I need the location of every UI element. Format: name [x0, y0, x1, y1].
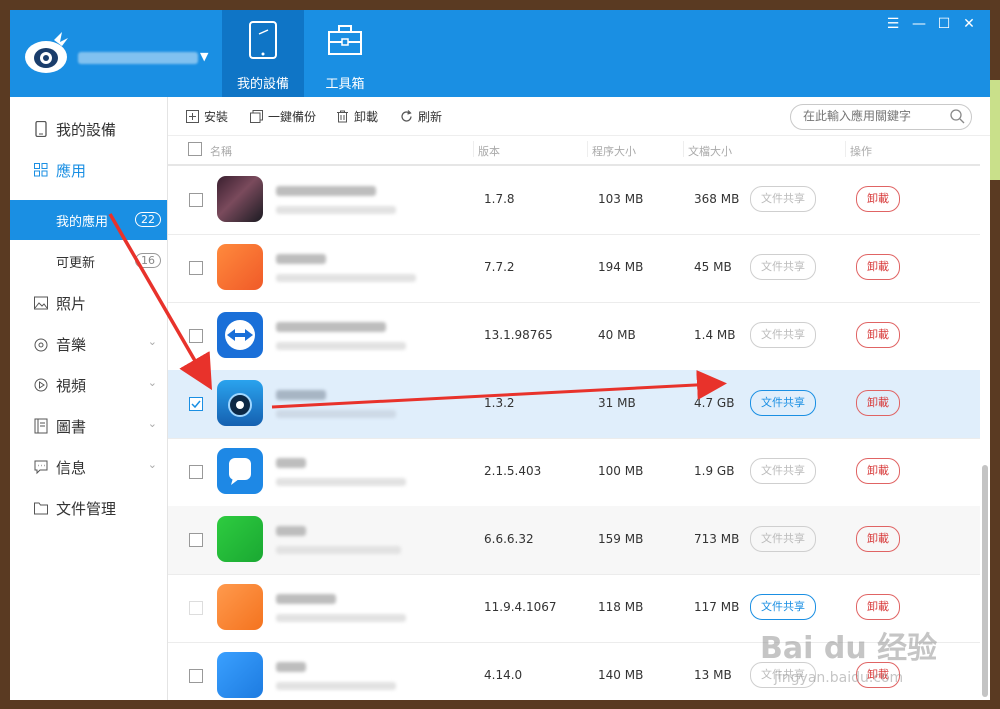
arrow-to-file-share	[271, 369, 727, 409]
annotation-arrows	[108, 213, 727, 409]
watermark-url: jingyan.baidu.com	[773, 670, 903, 686]
arrow-to-checkbox	[108, 213, 213, 391]
baidu-jingyan-watermark: Bai du 经验 jingyan.baidu.com	[760, 631, 937, 686]
watermark-text: Bai du 经验	[760, 631, 937, 666]
